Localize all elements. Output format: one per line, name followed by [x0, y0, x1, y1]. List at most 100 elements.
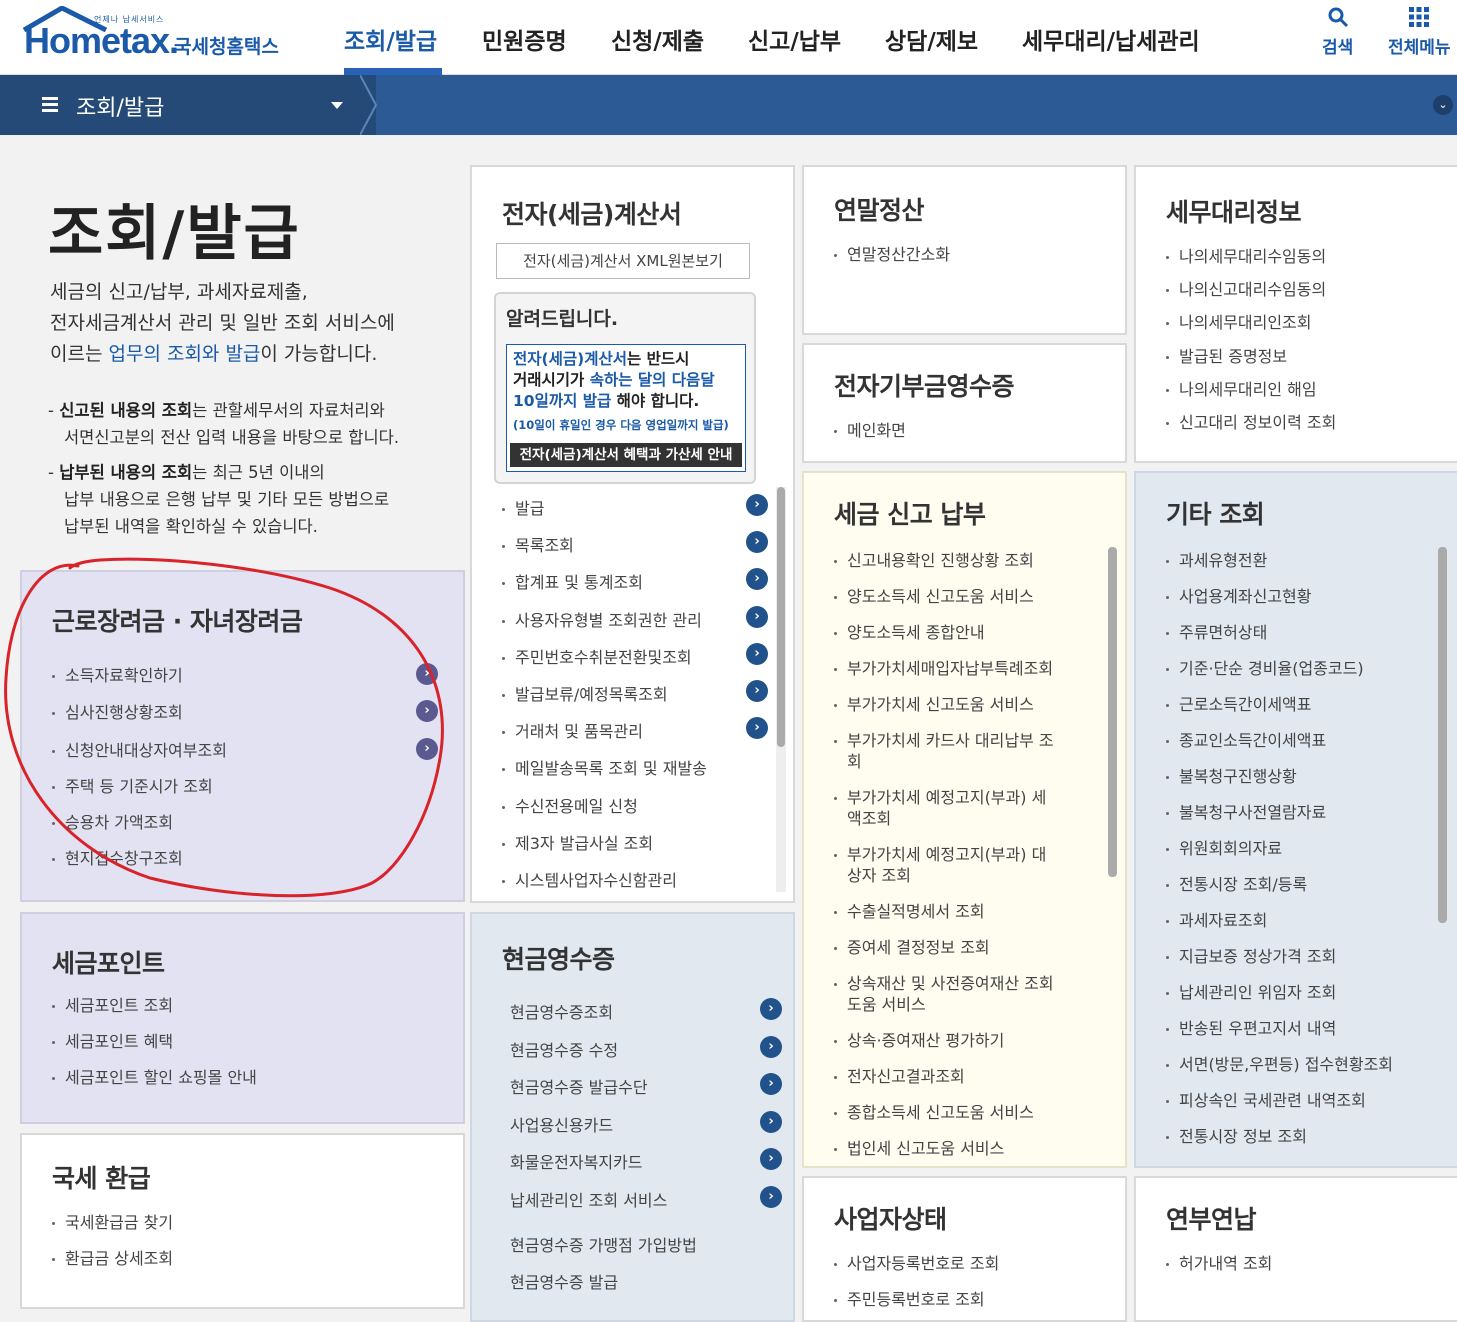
link-find-refund[interactable]: 국세환급금 찾기: [52, 1209, 173, 1233]
list-item-link[interactable]: 종교인소득간이세액표: [1166, 727, 1326, 751]
list-item-link[interactable]: 피상속인 국세관련 내역조회: [1166, 1087, 1366, 1111]
link-label-continued[interactable]: 회: [834, 748, 862, 772]
gnb-inquiry[interactable]: 조회/발급: [344, 22, 437, 56]
list-item-link[interactable]: 현금영수증 발급수단: [510, 1074, 648, 1098]
chevron-down-icon[interactable]: ⌄: [1433, 95, 1453, 115]
arrow-right-icon[interactable]: ›: [746, 680, 768, 702]
list-item-link[interactable]: 불복청구사전열람자료: [1166, 799, 1326, 823]
arrow-right-icon[interactable]: ›: [760, 1148, 782, 1170]
list-item-link[interactable]: 시스템사업자수신함관리: [502, 867, 677, 891]
all-menu-button[interactable]: 전체메뉴: [1388, 6, 1451, 58]
scrollbar-thumb[interactable]: [1438, 547, 1447, 923]
link-point-inquiry[interactable]: 세금포인트 조회: [52, 992, 173, 1016]
list-item-link[interactable]: 위원회회의자료: [1166, 835, 1282, 859]
list-item-link[interactable]: 납세관리인 조회 서비스: [510, 1187, 667, 1211]
link-review-status[interactable]: 심사진행상황조회: [52, 699, 183, 723]
gnb-civil[interactable]: 민원증명: [482, 22, 567, 56]
arrow-right-icon[interactable]: ›: [760, 1036, 782, 1058]
list-item-link[interactable]: 현금영수증 수정: [510, 1037, 618, 1061]
list-item-link[interactable]: 신고내용확인 진행상황 조회: [834, 547, 1034, 571]
link-point-mall[interactable]: 세금포인트 할인 쇼핑몰 안내: [52, 1064, 257, 1088]
list-item-link[interactable]: 지급보증 정상가격 조회: [1166, 943, 1336, 967]
list-item-link[interactable]: 메일발송목록 조회 및 재발송: [502, 755, 707, 779]
scrollbar-thumb[interactable]: [1108, 547, 1117, 877]
penalty-guide-button[interactable]: 전자(세금)계산서 혜택과 가산세 안내: [510, 443, 742, 467]
list-item-link[interactable]: 사업용신용카드: [510, 1112, 613, 1136]
hometax-logo[interactable]: 언제나 납세서비스 Hometax. 국세청홈택스: [18, 4, 298, 70]
link-car-value[interactable]: 승용차 가액조회: [52, 809, 173, 833]
list-item-link[interactable]: 증여세 결정정보 조회: [834, 934, 990, 958]
scrollbar-thumb[interactable]: [777, 487, 785, 747]
list-item-link[interactable]: 부가가치세매입자납부특례조회: [834, 655, 1053, 679]
link-eligibility[interactable]: 신청안내대상자여부조회: [52, 737, 227, 761]
link-point-benefit[interactable]: 세금포인트 혜택: [52, 1028, 173, 1052]
list-item-link[interactable]: 전통시장 정보 조회: [1166, 1123, 1307, 1147]
list-item-link[interactable]: 종합소득세 신고도움 서비스: [834, 1099, 1034, 1123]
gnb-agent[interactable]: 세무대리/납세관리: [1022, 22, 1200, 56]
list-item-link[interactable]: 전통시장 조회/등록: [1166, 871, 1307, 895]
arrow-right-icon[interactable]: ›: [416, 700, 438, 722]
list-item-link[interactable]: 발급: [502, 495, 544, 519]
list-item-link[interactable]: 불복청구진행상황: [1166, 763, 1297, 787]
list-item-link[interactable]: 화물운전자복지카드: [510, 1149, 642, 1173]
arrow-right-icon[interactable]: ›: [746, 531, 768, 554]
list-item-link[interactable]: 상속·증여재산 평가하기: [834, 1027, 1004, 1051]
list-item-link[interactable]: 나의신고대리수임동의: [1166, 276, 1326, 300]
gnb-report[interactable]: 신고/납부: [748, 22, 841, 56]
arrow-right-icon[interactable]: ›: [760, 1111, 782, 1133]
link-housing-price[interactable]: 주택 등 기준시가 조회: [52, 773, 213, 797]
list-item-link[interactable]: 납세관리인 위임자 조회: [1166, 979, 1336, 1003]
list-item-link[interactable]: 현금영수증 가맹점 가입방법: [510, 1232, 697, 1256]
list-item-link[interactable]: 제3자 발급사실 조회: [502, 830, 653, 854]
link-refund-detail[interactable]: 환급금 상세조회: [52, 1245, 173, 1269]
gnb-consult[interactable]: 상담/제보: [885, 22, 978, 56]
link-simplified[interactable]: 연말정산간소화: [834, 241, 950, 265]
list-item-link[interactable]: 양도소득세 신고도움 서비스: [834, 583, 1034, 607]
arrow-right-icon[interactable]: ›: [746, 717, 768, 740]
xml-view-button[interactable]: 전자(세금)계산서 XML원본보기: [496, 243, 750, 279]
list-item-link[interactable]: 합계표 및 통계조회: [502, 569, 643, 593]
list-item-link[interactable]: 신고대리 정보이력 조회: [1166, 409, 1336, 433]
list-item-link[interactable]: 거래처 및 품목관리: [502, 718, 643, 742]
list-item-link[interactable]: 기준·단순 경비율(업종코드): [1166, 655, 1364, 679]
gnb-apply[interactable]: 신청/제출: [611, 22, 704, 56]
arrow-right-icon[interactable]: ›: [760, 1186, 782, 1208]
link-resident-number[interactable]: 주민등록번호로 조회: [834, 1286, 985, 1310]
list-item-link[interactable]: 나의세무대리인조회: [1166, 309, 1311, 333]
list-item-link[interactable]: 법인세 신고도움 서비스: [834, 1135, 1004, 1159]
list-item-link[interactable]: 부가가치세 카드사 대리납부 조: [834, 727, 1054, 751]
list-item-link[interactable]: 전자신고결과조회: [834, 1063, 965, 1087]
arrow-right-icon[interactable]: ›: [746, 494, 768, 516]
list-item-link[interactable]: 근로소득간이세액표: [1166, 691, 1311, 715]
link-label-continued[interactable]: 상자 조회: [834, 862, 911, 886]
list-item-link[interactable]: 서면(방문,우편등) 접수현황조회: [1166, 1051, 1393, 1075]
list-item-link[interactable]: 부가가치세 신고도움 서비스: [834, 691, 1034, 715]
arrow-right-icon[interactable]: ›: [746, 605, 768, 628]
link-label-continued[interactable]: 액조회: [834, 805, 891, 829]
link-main-screen[interactable]: 메인화면: [834, 417, 906, 441]
arrow-right-icon[interactable]: ›: [746, 568, 768, 591]
list-item-link[interactable]: 수신전용메일 신청: [502, 793, 638, 817]
arrow-right-icon[interactable]: ›: [416, 738, 438, 760]
list-item-link[interactable]: 현금영수증 발급: [510, 1269, 618, 1293]
arrow-right-icon[interactable]: ›: [416, 663, 438, 685]
link-local-desk[interactable]: 현지접수창구조회: [52, 845, 183, 869]
arrow-right-icon[interactable]: ›: [746, 642, 768, 665]
list-item-link[interactable]: 양도소득세 종합안내: [834, 619, 985, 643]
list-item-link[interactable]: 사업용계좌신고현황: [1166, 583, 1311, 607]
list-item-link[interactable]: 발급된 증명정보: [1166, 343, 1287, 367]
search-button[interactable]: 검색: [1322, 6, 1353, 58]
category-dropdown[interactable]: 조회/발급: [0, 75, 376, 135]
list-item-link[interactable]: 과세유형전환: [1166, 547, 1267, 571]
list-item-link[interactable]: 반송된 우편고지서 내역: [1166, 1015, 1336, 1039]
list-item-link[interactable]: 나의세무대리인 해임: [1166, 376, 1317, 400]
list-item-link[interactable]: 수출실적명세서 조회: [834, 898, 985, 922]
list-item-link[interactable]: 주민번호수취분전환및조회: [502, 644, 692, 668]
link-biz-number[interactable]: 사업자등록번호로 조회: [834, 1250, 999, 1274]
list-item-link[interactable]: 현금영수증조회: [510, 999, 613, 1023]
link-permit-history[interactable]: 허가내역 조회: [1166, 1250, 1272, 1274]
arrow-right-icon[interactable]: ›: [760, 1073, 782, 1095]
list-item-link[interactable]: 나의세무대리수임동의: [1166, 243, 1326, 267]
link-income-check[interactable]: 소득자료확인하기: [52, 662, 183, 686]
list-item-link[interactable]: 발급보류/예정목록조회: [502, 681, 668, 705]
